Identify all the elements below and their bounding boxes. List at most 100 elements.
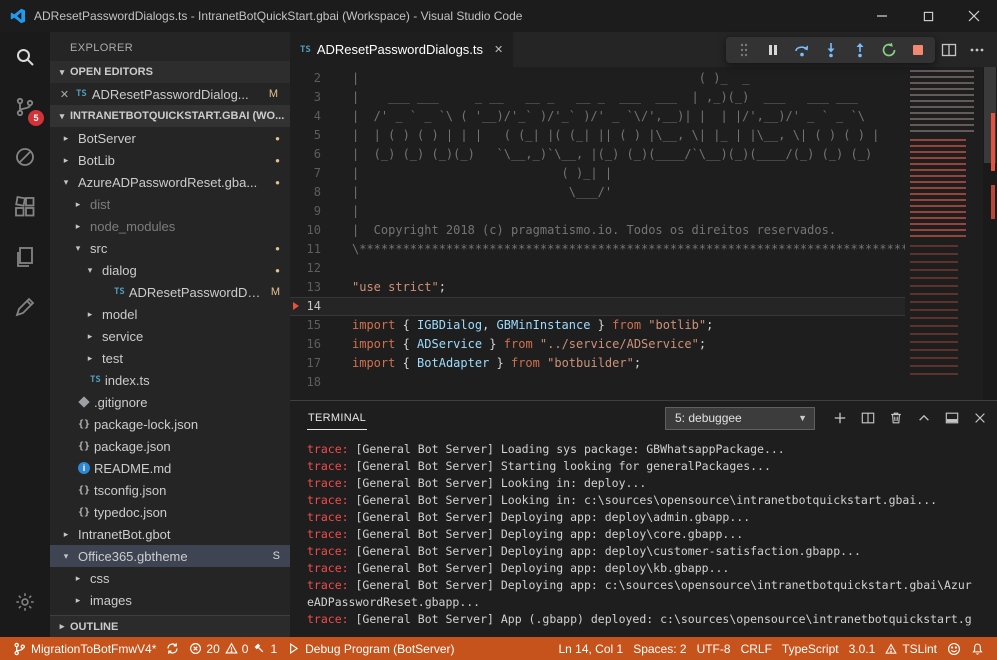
- line-number[interactable]: 18: [290, 373, 336, 392]
- more-actions-icon[interactable]: [969, 42, 985, 58]
- toggle-panel-icon[interactable]: [945, 411, 959, 425]
- line-number[interactable]: 12: [290, 259, 336, 278]
- debug-status[interactable]: Debug Program (BotServer): [282, 637, 459, 660]
- problems-status[interactable]: 20 0 1: [184, 637, 282, 660]
- tree-item-css[interactable]: ▸css: [50, 567, 290, 589]
- tree-item-dialog[interactable]: ▾dialog●: [50, 259, 290, 281]
- code-editor[interactable]: 23456789101112131415161718 | ( )_ _ || _…: [290, 67, 997, 400]
- tree-item-src[interactable]: ▾src●: [50, 237, 290, 259]
- editor-scrollbar[interactable]: [983, 67, 997, 400]
- tree-item-gitignore[interactable]: .gitignore: [50, 391, 290, 413]
- feedback-smiley[interactable]: [942, 637, 966, 660]
- restart-button[interactable]: [874, 38, 903, 62]
- edit-icon[interactable]: [0, 282, 50, 332]
- chevron-right-icon[interactable]: ▸: [70, 221, 86, 232]
- line-number[interactable]: 6: [290, 145, 336, 164]
- tree-item-package-json[interactable]: {}package.json: [50, 435, 290, 457]
- settings-gear-icon[interactable]: [0, 577, 50, 627]
- code-area[interactable]: | ( )_ _ || ___ ___ _ __ __ _ __ _ ___ _…: [336, 67, 905, 400]
- maximize-panel-icon[interactable]: [917, 411, 931, 425]
- chevron-right-icon[interactable]: ▸: [70, 595, 86, 606]
- tree-item-package-lock-json[interactable]: {}package-lock.json: [50, 413, 290, 435]
- tree-item-office365-gbtheme[interactable]: ▾Office365.gbthemeS: [50, 545, 290, 567]
- ts-version-status[interactable]: 3.0.1: [844, 637, 881, 660]
- line-number[interactable]: 13: [290, 278, 336, 297]
- code-line[interactable]: | |: [352, 202, 905, 221]
- chevron-right-icon[interactable]: ▸: [58, 155, 74, 166]
- chevron-down-icon[interactable]: ▾: [58, 177, 74, 188]
- line-number[interactable]: 16: [290, 335, 336, 354]
- tree-item-adresetpassworddial[interactable]: TSADResetPasswordDial...M: [50, 281, 290, 303]
- code-line[interactable]: | /' _ ` _ `\ ( '__)/'_` )/'_` )/' _ `\/…: [352, 107, 905, 126]
- line-number[interactable]: 9: [290, 202, 336, 221]
- tree-item-test[interactable]: ▸test: [50, 347, 290, 369]
- code-line[interactable]: | ( )_| | |: [352, 164, 905, 183]
- line-number[interactable]: 7: [290, 164, 336, 183]
- tree-item-tsconfig-json[interactable]: {}tsconfig.json: [50, 479, 290, 501]
- close-panel-icon[interactable]: [973, 411, 987, 425]
- line-number[interactable]: 11: [290, 240, 336, 259]
- minimap[interactable]: [905, 67, 983, 400]
- editor-gutter[interactable]: 23456789101112131415161718: [290, 67, 336, 400]
- tree-item-azureadpasswordreset-gba[interactable]: ▾AzureADPasswordReset.gba...●: [50, 171, 290, 193]
- tree-item-botlib[interactable]: ▸BotLib●: [50, 149, 290, 171]
- tree-item-botserver[interactable]: ▸BotServer●: [50, 127, 290, 149]
- close-button[interactable]: [951, 0, 997, 32]
- open-editors-header[interactable]: ▾ OPEN EDITORS: [50, 61, 290, 83]
- tree-item-dist[interactable]: ▸dist: [50, 193, 290, 215]
- outline-header[interactable]: ▸ OUTLINE: [50, 615, 290, 637]
- code-line[interactable]: | ___ ___ _ __ __ _ __ _ ___ ___ | ,_)(_…: [352, 88, 905, 107]
- code-line[interactable]: "use strict";: [352, 278, 905, 297]
- line-number[interactable]: 2: [290, 69, 336, 88]
- line-number[interactable]: 15: [290, 316, 336, 335]
- tree-item-typedoc-json[interactable]: {}typedoc.json: [50, 501, 290, 523]
- minimize-button[interactable]: [859, 0, 905, 32]
- chevron-right-icon[interactable]: ▸: [70, 573, 86, 584]
- sync-status[interactable]: [161, 637, 184, 660]
- language-status[interactable]: TypeScript: [777, 637, 844, 660]
- chevron-right-icon[interactable]: ▸: [82, 353, 98, 364]
- step-into-button[interactable]: [816, 38, 845, 62]
- encoding-status[interactable]: UTF-8: [692, 637, 736, 660]
- code-line[interactable]: [352, 259, 905, 278]
- split-editor-icon[interactable]: [941, 42, 957, 58]
- indentation-status[interactable]: Spaces: 2: [628, 637, 691, 660]
- code-line[interactable]: [352, 297, 905, 316]
- line-number[interactable]: 4: [290, 107, 336, 126]
- terminal-tab[interactable]: TERMINAL: [307, 407, 367, 430]
- code-line[interactable]: | (_) (_) (_)(_) `\__,_)`\__, |(_) (_)(_…: [352, 145, 905, 164]
- line-number[interactable]: 8: [290, 183, 336, 202]
- code-line[interactable]: | Copyright 2018 (c) pragmatismo.io. Tod…: [352, 221, 905, 240]
- step-over-button[interactable]: [787, 38, 816, 62]
- code-line[interactable]: | \___/' |: [352, 183, 905, 202]
- close-icon[interactable]: ✕: [58, 88, 71, 101]
- terminal-select[interactable]: 5: debuggee ▼: [665, 407, 815, 430]
- debug-icon[interactable]: [0, 132, 50, 182]
- kill-terminal-trash-icon[interactable]: [889, 411, 903, 425]
- cursor-position-status[interactable]: Ln 14, Col 1: [553, 637, 628, 660]
- tab-adresetpassworddialogs[interactable]: TS ADResetPasswordDialogs.ts ✕: [290, 32, 513, 67]
- breakpoint-marker[interactable]: [293, 302, 299, 310]
- extensions-icon[interactable]: [0, 182, 50, 232]
- line-number[interactable]: 5: [290, 126, 336, 145]
- chevron-right-icon[interactable]: ▸: [82, 309, 98, 320]
- chevron-right-icon[interactable]: ▸: [58, 133, 74, 144]
- drag-grip-icon[interactable]: [729, 38, 758, 62]
- tslint-status[interactable]: TSLint: [880, 637, 942, 660]
- code-line[interactable]: import { BotAdapter } from "botbuilder";: [352, 354, 905, 373]
- code-line[interactable]: | | ( ) ( ) | | | ( (_| |( (_| || ( ) |\…: [352, 126, 905, 145]
- notifications-bell[interactable]: [966, 637, 989, 660]
- git-branch-status[interactable]: MigrationToBotFmwV4*: [8, 637, 161, 660]
- documents-icon[interactable]: [0, 232, 50, 282]
- terminal-output[interactable]: trace: [General Bot Server] Loading sys …: [290, 435, 997, 637]
- code-line[interactable]: import { IGBDialog, GBMinInstance } from…: [352, 316, 905, 335]
- chevron-right-icon[interactable]: ▸: [82, 331, 98, 342]
- line-number[interactable]: 17: [290, 354, 336, 373]
- line-number[interactable]: 14: [290, 297, 336, 316]
- tree-item-images[interactable]: ▸images: [50, 589, 290, 611]
- line-number[interactable]: 3: [290, 88, 336, 107]
- code-line[interactable]: import { ADService } from "../service/AD…: [352, 335, 905, 354]
- tree-item-service[interactable]: ▸service: [50, 325, 290, 347]
- step-out-button[interactable]: [845, 38, 874, 62]
- tree-item-index-ts[interactable]: TSindex.ts: [50, 369, 290, 391]
